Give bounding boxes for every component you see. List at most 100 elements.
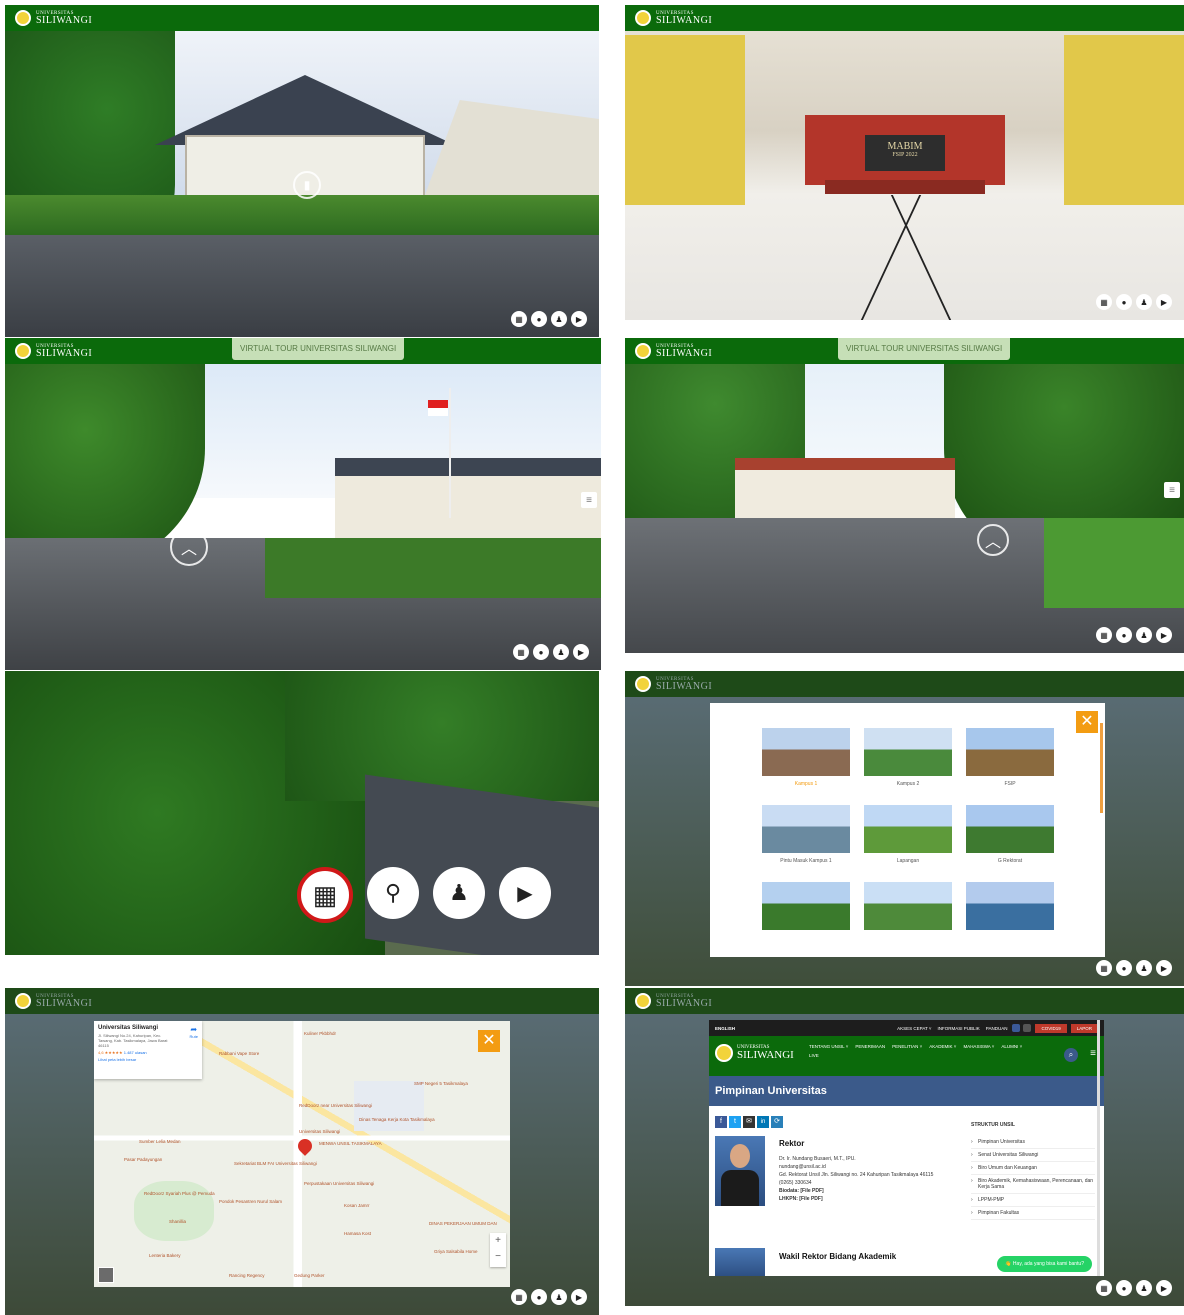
play-icon[interactable]: ▶: [499, 867, 551, 919]
sidebar-link[interactable]: › LPPM-PMP: [971, 1194, 1095, 1207]
person-icon[interactable]: ♟: [553, 644, 569, 660]
sidebar-link[interactable]: › Pimpinan Fakultas: [971, 1207, 1095, 1220]
lang-link[interactable]: ENGLISH: [715, 1026, 735, 1031]
panorama-rektorat-road[interactable]: ︿ ≡ UNIVERSITAS SILIWANGI VIRTUAL TOUR UN…: [5, 338, 601, 670]
rektor-biodata-link[interactable]: Biodata: [File PDF]: [779, 1187, 959, 1195]
gallery-thumbnail[interactable]: [966, 882, 1054, 930]
map-place-label[interactable]: Gedung Parker: [294, 1273, 325, 1278]
search-icon[interactable]: ⌕: [1064, 1048, 1078, 1062]
sidebar-link[interactable]: › Biro Umum dan Keuangan: [971, 1162, 1095, 1175]
facebook-icon[interactable]: f: [715, 1116, 727, 1128]
navigation-arrow-icon[interactable]: ︿: [170, 528, 208, 566]
panorama-gallery-modal[interactable]: UNIVERSITAS SILIWANGI ✕ Kampus 1 Kampus 2 F…: [625, 671, 1184, 986]
panorama-hall-interior[interactable]: MABIM FSIP 2022 UNIVERSITAS SILIWANGI ▦ ●…: [625, 5, 1184, 320]
sidebar-link[interactable]: › Pimpinan Universitas: [971, 1136, 1095, 1149]
play-icon[interactable]: ▶: [1156, 294, 1172, 310]
larger-map-link[interactable]: Lihat peta lebih besar: [98, 1057, 198, 1062]
scrollbar[interactable]: [1097, 1020, 1100, 1276]
gallery-thumbnail[interactable]: [762, 728, 850, 776]
panorama-map-modal[interactable]: UNIVERSITAS SILIWANGI Rabbani Vape Store K…: [5, 988, 599, 1315]
grid-icon[interactable]: ▦: [511, 1289, 527, 1305]
topnav-link[interactable]: PANDUAN: [986, 1026, 1008, 1031]
map-place-label[interactable]: DINAS PEKERJAAN UMUM DAN: [429, 1221, 497, 1226]
mainnav-link[interactable]: PENERIMAAN: [855, 1044, 885, 1049]
lapor-button[interactable]: LAPOR: [1070, 1023, 1098, 1033]
zoom-in-button[interactable]: +: [490, 1233, 506, 1249]
location-pin-icon[interactable]: ●: [1116, 960, 1132, 976]
gallery-thumbnail[interactable]: [864, 882, 952, 930]
map-place-label[interactable]: Shanillia: [169, 1219, 186, 1224]
door-hotspot-icon[interactable]: ▮: [293, 171, 321, 199]
panorama-website-modal[interactable]: UNIVERSITAS SILIWANGI ENGLISH AKSES CEPAT…: [625, 988, 1184, 1306]
sidebar-link[interactable]: › Senat Universitas Siliwangi: [971, 1149, 1095, 1162]
map-place-label[interactable]: MENWA UNSIL TASIKMALAYA: [319, 1141, 382, 1146]
share-icon[interactable]: ⟳: [771, 1116, 783, 1128]
grid-icon[interactable]: ▦: [513, 644, 529, 660]
location-pin-icon[interactable]: ●: [531, 1289, 547, 1305]
play-icon[interactable]: ▶: [571, 311, 587, 327]
website-logo[interactable]: UNIVERSITAS SILIWANGI: [715, 1044, 794, 1062]
email-icon[interactable]: ✉: [743, 1116, 755, 1128]
grid-icon[interactable]: ▦: [1096, 1280, 1112, 1296]
map-place-label[interactable]: Pasar Padayungan: [124, 1157, 162, 1162]
location-pin-icon[interactable]: ⚲: [367, 867, 419, 919]
person-icon[interactable]: ♟: [1136, 1280, 1152, 1296]
map-place-label[interactable]: Sumber Lelia Medan: [139, 1139, 181, 1144]
person-icon[interactable]: ♟: [1136, 627, 1152, 643]
google-map[interactable]: Rabbani Vape Store Kuliner Pkbbhdr SMP Neg…: [94, 1021, 510, 1287]
sidebar-link[interactable]: › Biro Akademik, Kemahasiswaan, Perencana…: [971, 1175, 1095, 1194]
gallery-thumbnail[interactable]: [762, 805, 850, 853]
mail-icon[interactable]: [1023, 1024, 1032, 1032]
map-place-label[interactable]: Kosan Jamrr: [344, 1203, 370, 1208]
play-icon[interactable]: ▶: [1156, 627, 1172, 643]
panorama-campus-trees[interactable]: ︿ ≡ UNIVERSITAS SILIWANGI VIRTUAL TOUR UN…: [625, 338, 1184, 653]
grid-icon[interactable]: ▦: [1096, 960, 1112, 976]
instagram-icon[interactable]: [1012, 1024, 1021, 1032]
close-icon[interactable]: ✕: [1076, 711, 1098, 733]
location-pin-icon[interactable]: ●: [1116, 1280, 1132, 1296]
map-place-label[interactable]: RedDoorz Syariah Plus @ Pemuda: [144, 1191, 215, 1196]
hamburger-icon[interactable]: ≡: [1090, 1048, 1096, 1059]
map-place-label[interactable]: RedDoorz near Universitas Siliwangi: [299, 1103, 372, 1108]
play-icon[interactable]: ▶: [1156, 960, 1172, 976]
play-icon[interactable]: ▶: [1156, 1280, 1172, 1296]
person-icon[interactable]: ♟: [1136, 294, 1152, 310]
location-pin-icon[interactable]: ●: [531, 311, 547, 327]
whatsapp-chat-button[interactable]: 👋 Hay, ada yang bisa kami bantu?: [997, 1256, 1092, 1272]
side-menu-icon[interactable]: ≡: [1164, 482, 1180, 498]
person-icon[interactable]: ♟: [433, 867, 485, 919]
rektor-email[interactable]: nundang@unsil.ac.id: [779, 1163, 959, 1171]
gallery-thumbnail[interactable]: [762, 882, 850, 930]
location-pin-icon[interactable]: ●: [533, 644, 549, 660]
map-place-label[interactable]: Lenteria Bakery: [149, 1253, 181, 1258]
gallery-thumbnail[interactable]: [864, 728, 952, 776]
mainnav-link[interactable]: TENTANG UNSIL ˅: [809, 1044, 848, 1049]
topnav-link[interactable]: AKSES CEPAT ˅: [897, 1026, 931, 1031]
navigation-arrow-icon[interactable]: ︿: [977, 524, 1009, 556]
map-place-label[interactable]: Universitas Siliwangi: [299, 1129, 340, 1134]
gallery-thumbnail[interactable]: [966, 728, 1054, 776]
panorama-building-exterior[interactable]: ▮ UNIVERSITAS SILIWANGI ▦ ● ♟ ▶: [5, 5, 599, 337]
satellite-toggle[interactable]: [98, 1267, 114, 1283]
scrollbar[interactable]: [1100, 723, 1103, 813]
zoom-out-button[interactable]: −: [490, 1249, 506, 1265]
mainnav-link[interactable]: AKADEMIK ˅: [929, 1044, 956, 1049]
play-icon[interactable]: ▶: [573, 644, 589, 660]
map-place-label[interactable]: Griya Salsabila Home: [434, 1249, 478, 1254]
location-pin-icon[interactable]: ●: [1116, 627, 1132, 643]
mainnav-link[interactable]: LIVE: [809, 1053, 819, 1058]
mainnav-link[interactable]: MAHASISWA ˅: [963, 1044, 994, 1049]
directions-link[interactable]: ➦ Rute: [190, 1025, 198, 1039]
map-place-label[interactable]: SMP Negeri 5 Tasikmalaya: [414, 1081, 468, 1086]
side-menu-icon[interactable]: ≡: [581, 492, 597, 508]
map-place-label[interactable]: Dinas Tenaga Kerja Kota Tasikmalaya: [359, 1117, 435, 1122]
person-icon[interactable]: ♟: [1136, 960, 1152, 976]
map-place-label[interactable]: Perpustakaan Universitas Siliwangi: [304, 1181, 374, 1186]
rektor-lhkpn-link[interactable]: LHKPN: [File PDF]: [779, 1195, 959, 1203]
person-icon[interactable]: ♟: [551, 311, 567, 327]
grid-icon[interactable]: ▦: [1096, 627, 1112, 643]
mainnav-link[interactable]: PENELITIAN ˅: [892, 1044, 922, 1049]
twitter-icon[interactable]: t: [729, 1116, 741, 1128]
mainnav-link[interactable]: ALUMNI ˅: [1001, 1044, 1022, 1049]
gallery-thumbnail[interactable]: [864, 805, 952, 853]
